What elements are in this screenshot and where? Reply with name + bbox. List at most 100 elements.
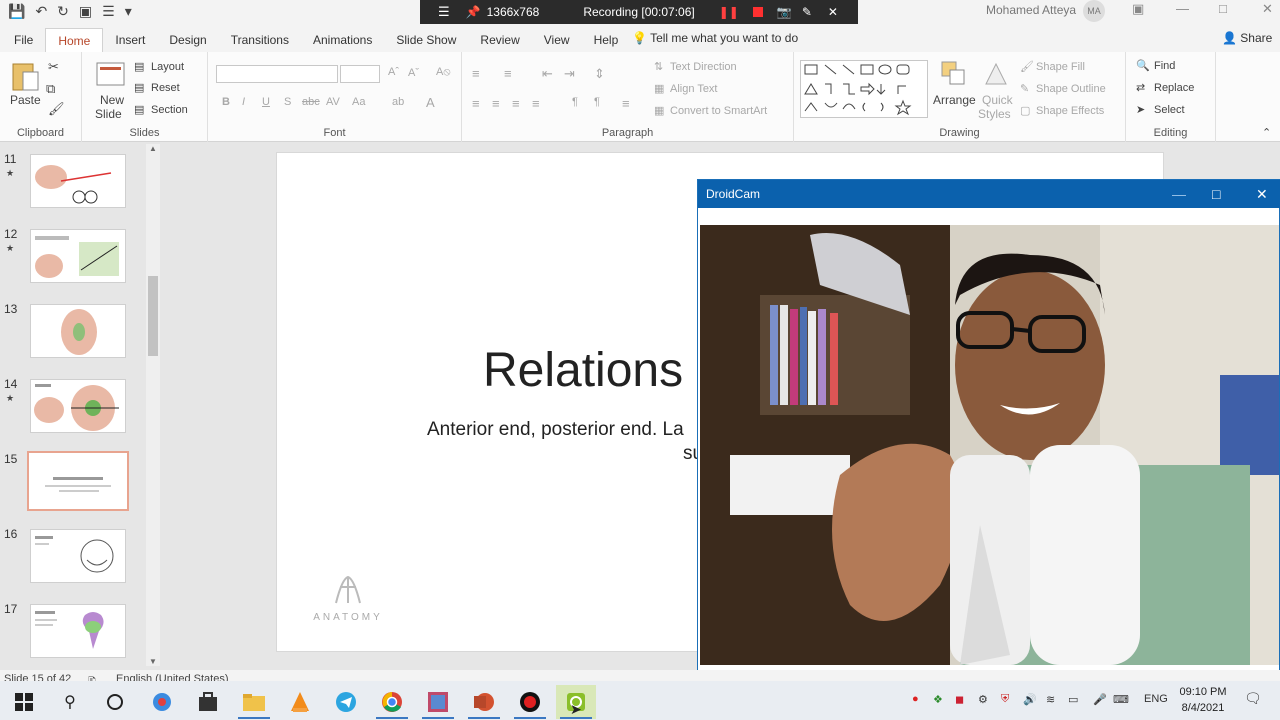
droidcam-minimize-icon[interactable]: — [1172,180,1186,208]
telegram-icon[interactable] [326,685,366,719]
thumbnail-row[interactable]: 17 [0,596,145,658]
thumbnail-row[interactable]: 14 ★ [0,371,145,433]
scrollbar-thumb[interactable] [148,276,158,356]
menu-icon[interactable]: ☰ [438,4,450,20]
change-case-icon[interactable]: Aa [352,96,365,108]
convert-smartart-button[interactable]: Convert to SmartArt [670,105,767,117]
tray-app-icon-2[interactable]: ◼ [955,693,964,706]
slideshow-icon[interactable]: ▣ [79,3,92,20]
align-right-icon[interactable]: ≡ [512,96,520,111]
avatar[interactable]: MA [1083,0,1105,22]
paste-button[interactable]: Paste [10,93,41,107]
find-button[interactable]: Find [1154,60,1175,72]
ribbon-display-icon[interactable]: ▣ [1132,1,1144,17]
grow-font-icon[interactable]: Aˆ [388,66,399,78]
font-family-combo[interactable] [216,65,338,83]
quick-styles-icon[interactable] [982,60,1012,90]
font-size-combo[interactable] [340,65,380,83]
slide-thumbnail[interactable] [30,529,126,583]
minimize-icon[interactable]: — [1176,1,1189,16]
reset-button[interactable]: Reset [151,82,180,94]
select-button[interactable]: Select [1154,104,1185,116]
shape-fill-button[interactable]: Shape Fill [1036,61,1085,73]
camera-icon[interactable]: 📷 [777,5,792,19]
scroll-down-icon[interactable]: ▼ [149,657,157,666]
recorder-app-icon[interactable] [510,685,550,719]
maximize-icon[interactable]: □ [1219,1,1227,16]
shape-effects-icon[interactable]: ▢ [1020,104,1030,117]
redo-icon[interactable]: ↻ [57,3,69,20]
thumbnail-row[interactable]: 15 [0,446,145,511]
pen-icon[interactable]: ✎ [802,5,812,19]
tab-design[interactable]: Design [157,28,218,52]
layout-button[interactable]: Layout [151,61,184,73]
ltr-icon[interactable]: ¶ [572,96,578,108]
slide-thumbnail[interactable] [30,229,126,283]
center-icon[interactable]: ≡ [492,96,500,111]
shape-outline-button[interactable]: Shape Outline [1036,83,1106,95]
decrease-indent-icon[interactable]: ⇤ [542,66,553,82]
tray-shield-icon[interactable]: ⛨ [1001,693,1009,706]
tab-transitions[interactable]: Transitions [219,28,301,52]
tray-app-icon[interactable]: ❖ [933,693,943,706]
wifi-icon[interactable]: ≋ [1046,693,1055,706]
save-icon[interactable]: 💾 [8,3,25,20]
tab-insert[interactable]: Insert [103,28,157,52]
droidcam-maximize-icon[interactable]: □ [1212,180,1220,208]
text-direction-button[interactable]: Text Direction [670,61,737,73]
system-clock[interactable]: 09:10 PM 8/4/2021 [1170,684,1236,716]
replace-button[interactable]: Replace [1154,82,1194,94]
align-text-button[interactable]: Align Text [670,83,718,95]
pause-icon[interactable]: ❚❚ [719,5,739,19]
rtl-icon[interactable]: ¶ [594,96,600,108]
vlc-icon[interactable] [280,685,320,719]
tab-review[interactable]: Review [468,28,531,52]
input-language[interactable]: ENG [1144,693,1168,705]
shapes-gallery[interactable] [800,60,928,118]
slide-thumbnail-selected[interactable] [27,451,129,511]
share-button[interactable]: 👤 Share [1222,31,1272,45]
chrome-icon[interactable] [372,685,412,719]
scroll-up-icon[interactable]: ▲ [149,144,157,153]
droidcam-close-icon[interactable]: ✕ [1256,180,1268,208]
tab-home[interactable]: Home [45,28,104,52]
smartart-icon[interactable]: ▦ [654,104,664,117]
thumbnails-scrollbar[interactable]: ▲ ▼ [146,144,160,666]
highlight-icon[interactable]: ab [392,96,404,108]
arrange-button[interactable]: Arrange [933,93,976,107]
notifications-icon[interactable]: 🗨 [1244,690,1262,707]
slide-thumbnail[interactable] [30,604,126,658]
close-icon[interactable]: ✕ [1262,1,1273,17]
clear-format-icon[interactable]: A⦸ [436,66,451,79]
slide-thumbnail[interactable] [30,154,126,208]
shape-effects-button[interactable]: Shape Effects [1036,105,1104,117]
columns-icon[interactable]: ≡ [622,96,630,111]
shape-fill-icon[interactable]: 🖌 [1020,60,1034,73]
tab-help[interactable]: Help [582,28,631,52]
strikethrough-icon[interactable]: abc [302,96,320,108]
stop-icon[interactable] [752,7,763,17]
char-spacing-icon[interactable]: AV [326,96,340,108]
microphone-icon[interactable]: 🎤 [1093,693,1107,706]
tab-animations[interactable]: Animations [301,28,384,52]
powerpoint-icon[interactable] [464,685,504,719]
store-icon[interactable] [188,685,228,719]
copy-icon[interactable]: ⧉ [46,81,55,97]
photo-app-icon[interactable] [418,685,458,719]
thumbnail-row[interactable]: 16 [0,521,145,583]
tray-record-icon[interactable]: ● [912,693,919,705]
thumbnail-row[interactable]: 12 ★ [0,221,145,283]
search-taskbar-icon[interactable]: ⚲ [50,685,90,719]
tab-view[interactable]: View [532,28,582,52]
bullets-icon[interactable]: ≡ [472,66,480,81]
line-spacing-icon[interactable]: ⇕ [594,66,605,82]
droidcam-title-bar[interactable]: DroidCam [698,180,1280,208]
format-painter-icon[interactable]: 🖌 [48,101,65,117]
tray-app-icon-3[interactable]: ⚙ [978,693,988,706]
start-button[interactable] [4,685,44,719]
cortana-icon[interactable] [95,685,135,719]
slide-title[interactable]: Relations [483,343,683,398]
slide-thumbnail[interactable] [30,304,126,358]
tell-me-search[interactable]: 💡 Tell me what you want to do [632,31,798,45]
tab-slide-show[interactable]: Slide Show [384,28,468,52]
